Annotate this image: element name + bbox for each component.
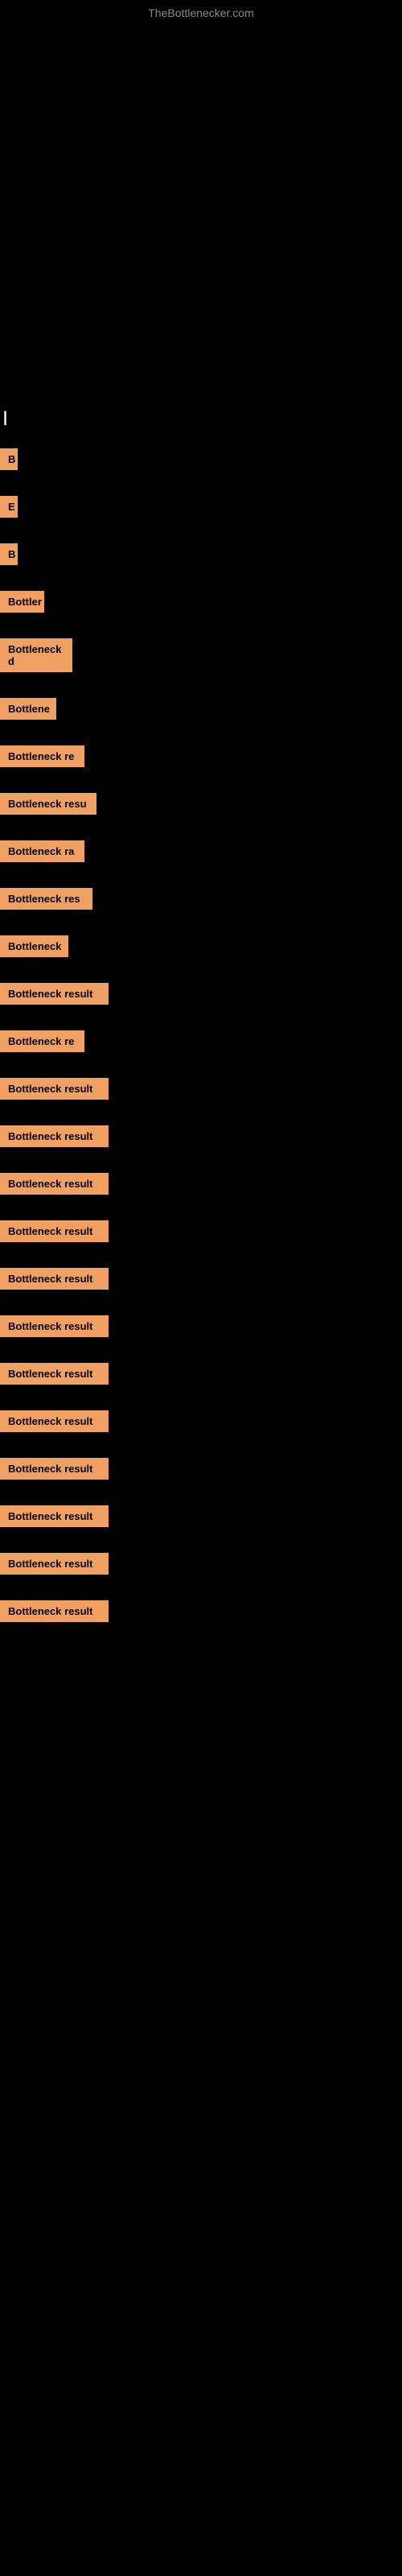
bottleneck-badge[interactable]: E (0, 496, 18, 518)
bottleneck-badge[interactable]: Bottleneck result (0, 1315, 109, 1337)
list-item: Bottleneck d (0, 638, 402, 687)
list-item: E (0, 496, 402, 532)
bottleneck-badge[interactable]: Bottleneck (0, 935, 68, 957)
bottleneck-list: B E B Bottler Bottleneck d Bottlene Bottleneck… (0, 448, 402, 1648)
list-item: Bottlene (0, 698, 402, 734)
site-title: TheBottlenecker.com (148, 6, 254, 19)
bottleneck-badge[interactable]: Bottleneck result (0, 1268, 109, 1290)
bottleneck-badge[interactable]: B (0, 543, 18, 565)
bottleneck-badge[interactable]: Bottleneck resu (0, 793, 96, 815)
bottleneck-badge[interactable]: Bottleneck result (0, 983, 109, 1005)
list-item: Bottleneck result (0, 1220, 402, 1257)
list-item: Bottleneck result (0, 1600, 402, 1637)
bottleneck-badge[interactable]: Bottleneck result (0, 1505, 109, 1527)
list-item: Bottleneck result (0, 1268, 402, 1304)
list-item: Bottleneck ra (0, 840, 402, 877)
list-item: Bottleneck res (0, 888, 402, 924)
bottleneck-badge[interactable]: Bottleneck ra (0, 840, 84, 862)
bottleneck-badge[interactable]: Bottleneck re (0, 1030, 84, 1052)
list-item: Bottleneck result (0, 1125, 402, 1162)
bottleneck-badge[interactable]: Bottler (0, 591, 44, 613)
list-item: Bottleneck result (0, 1458, 402, 1494)
list-item: Bottleneck result (0, 1505, 402, 1542)
bottleneck-badge[interactable]: Bottleneck result (0, 1125, 109, 1147)
bottleneck-badge[interactable]: Bottleneck re (0, 745, 84, 767)
bottleneck-badge[interactable]: Bottleneck result (0, 1410, 109, 1432)
bottleneck-badge[interactable]: Bottleneck result (0, 1553, 109, 1575)
list-item: Bottleneck result (0, 1315, 402, 1352)
list-item: Bottleneck re (0, 1030, 402, 1067)
section-label: | (0, 402, 402, 432)
list-item: Bottleneck result (0, 1173, 402, 1209)
bottleneck-badge[interactable]: B (0, 448, 18, 470)
bottleneck-badge[interactable]: Bottleneck result (0, 1458, 109, 1480)
bottleneck-badge[interactable]: Bottleneck result (0, 1173, 109, 1195)
bottleneck-badge[interactable]: Bottlene (0, 698, 56, 720)
list-item: B (0, 448, 402, 485)
list-item: Bottler (0, 591, 402, 627)
list-item: Bottleneck result (0, 1410, 402, 1447)
list-item: Bottleneck result (0, 1553, 402, 1589)
bottleneck-badge[interactable]: Bottleneck result (0, 1078, 109, 1100)
list-item: Bottleneck result (0, 1363, 402, 1399)
list-item: B (0, 543, 402, 580)
bottleneck-badge[interactable]: Bottleneck result (0, 1600, 109, 1622)
list-item: Bottleneck resu (0, 793, 402, 829)
list-item: Bottleneck (0, 935, 402, 972)
list-item: Bottleneck re (0, 745, 402, 782)
list-item: Bottleneck result (0, 983, 402, 1019)
bottleneck-badge[interactable]: Bottleneck result (0, 1220, 109, 1242)
bottleneck-badge[interactable]: Bottleneck result (0, 1363, 109, 1385)
list-item: Bottleneck result (0, 1078, 402, 1114)
bottleneck-badge[interactable]: Bottleneck res (0, 888, 92, 910)
bottleneck-badge[interactable]: Bottleneck d (0, 638, 72, 672)
